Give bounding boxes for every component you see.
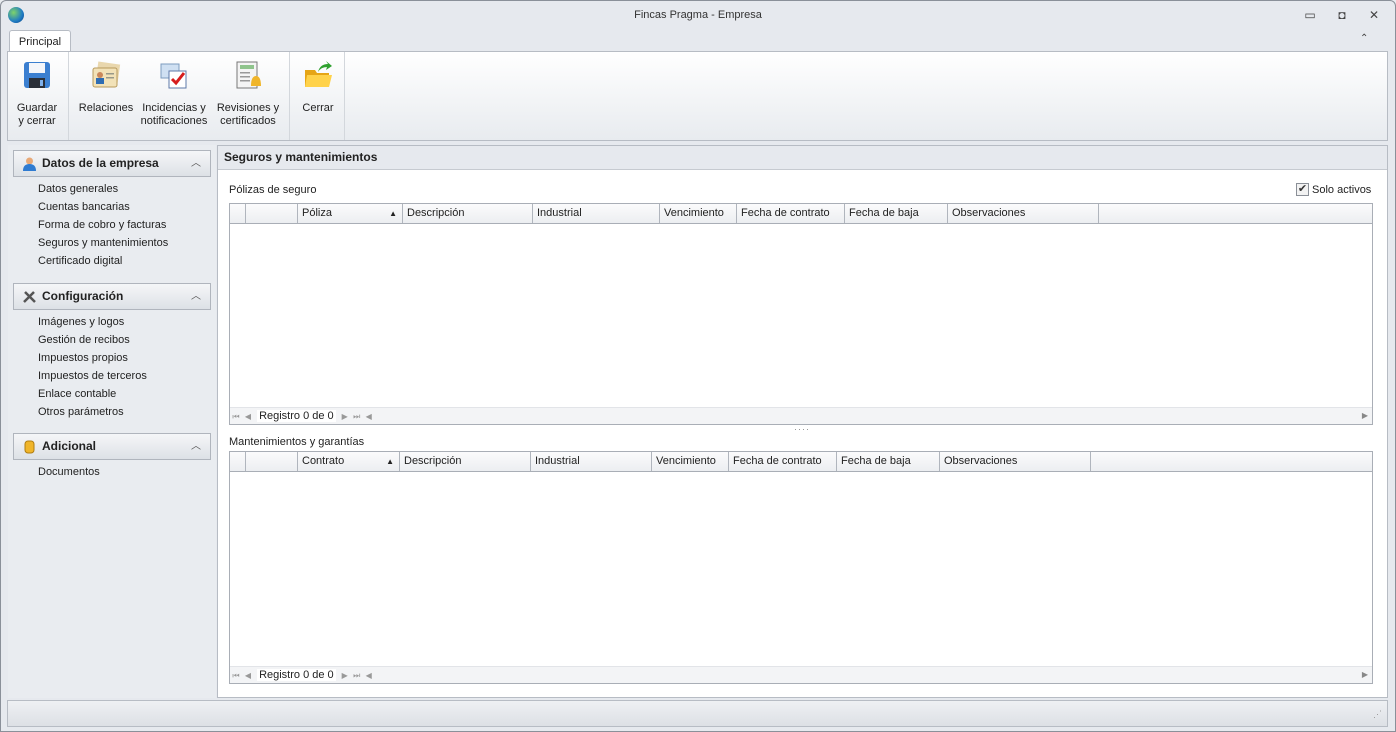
column-header[interactable]: [246, 452, 298, 471]
contact-cards-icon: [92, 61, 121, 88]
column-header[interactable]: Vencimiento: [652, 452, 729, 471]
next-record-icon[interactable]: ▶: [339, 409, 351, 425]
data-grid[interactable]: Contrato ▲ Descripción Industrial Vencimient…: [229, 451, 1373, 684]
column-header[interactable]: Fecha de baja: [845, 204, 948, 223]
column-header[interactable]: Póliza ▲: [298, 204, 403, 223]
first-record-icon[interactable]: ⏮: [230, 668, 242, 684]
checked-mail-icon: [160, 63, 187, 89]
grid-header: Contrato ▲ Descripción Industrial Vencimient…: [230, 452, 1372, 472]
sidebar-item[interactable]: Impuestos propios: [38, 352, 128, 364]
column-header[interactable]: Fecha de contrato: [729, 452, 837, 471]
sidebar-item[interactable]: Documentos: [38, 466, 100, 478]
scroll-right-icon[interactable]: ▶: [1362, 408, 1368, 424]
chevron-up-icon[interactable]: ︿: [191, 151, 201, 176]
column-header[interactable]: Contrato ▲: [298, 452, 400, 471]
next-record-icon[interactable]: ▶: [339, 668, 351, 684]
sidebar-item[interactable]: Impuestos de terceros: [38, 370, 147, 382]
maximize-button[interactable]: ◘: [1334, 8, 1350, 22]
revisiones-y-certificados-button[interactable]: Revisiones y certificados: [214, 52, 282, 140]
record-counter: Registro 0 de 0: [257, 410, 336, 422]
tools-icon: [23, 291, 36, 303]
first-record-icon[interactable]: ⏮: [230, 409, 242, 425]
sidebar-item[interactable]: Imágenes y logos: [38, 316, 124, 328]
sidebar-item[interactable]: Gestión de recibos: [38, 334, 130, 346]
column-header[interactable]: Industrial: [533, 204, 660, 223]
grid-navigator: ⏮ ◀ Registro 0 de 0 ▶ ⏭ ◀ ▶: [230, 666, 1372, 683]
column-header[interactable]: Observaciones: [948, 204, 1099, 223]
polizas-label: Pólizas de seguro: [229, 184, 317, 196]
floppy-disk-icon: [24, 62, 50, 88]
solo-activos-checkbox[interactable]: ✔: [1296, 183, 1309, 196]
user-icon: [23, 157, 36, 171]
column-header[interactable]: Fecha de baja: [837, 452, 940, 471]
last-record-icon[interactable]: ⏭: [351, 668, 363, 684]
column-header[interactable]: Observaciones: [940, 452, 1091, 471]
close-button[interactable]: ✕: [1366, 8, 1382, 22]
solo-activos-label: Solo activos: [1312, 184, 1372, 196]
status-bar: ⋰: [7, 700, 1388, 727]
scroll-left-icon[interactable]: ◀: [363, 409, 375, 425]
column-header[interactable]: [230, 452, 246, 471]
sidebar-item[interactable]: Enlace contable: [38, 388, 116, 400]
column-header[interactable]: Vencimiento: [660, 204, 737, 223]
sidebar-item[interactable]: Cuentas bancarias: [38, 201, 130, 213]
record-counter: Registro 0 de 0: [257, 669, 336, 681]
sidebar-item[interactable]: Otros parámetros: [38, 406, 124, 418]
sidebar-group-header[interactable]: Datos de la empresa ︿: [13, 150, 211, 177]
last-record-icon[interactable]: ⏭: [351, 409, 363, 425]
splitter-handle[interactable]: ····: [794, 424, 810, 434]
grid-navigator: ⏮ ◀ Registro 0 de 0 ▶ ⏭ ◀ ▶: [230, 407, 1372, 424]
grid-header: Póliza ▲ Descripción Industrial Vencimiento F…: [230, 204, 1372, 224]
calendar-bell-icon: [236, 61, 261, 89]
sort-ascending-icon: ▲: [389, 209, 397, 218]
sidebar-item[interactable]: Forma de cobro y facturas: [38, 219, 166, 231]
scroll-left-icon[interactable]: ◀: [363, 668, 375, 684]
resize-grip-icon[interactable]: ⋰: [1373, 709, 1382, 720]
column-header[interactable]: Descripción: [400, 452, 531, 471]
data-grid[interactable]: Póliza ▲ Descripción Industrial Vencimiento F…: [229, 203, 1373, 425]
chevron-up-icon[interactable]: ︿: [191, 434, 201, 459]
previous-record-icon[interactable]: ◀: [242, 409, 254, 425]
column-header[interactable]: [230, 204, 246, 223]
sidebar-group-header[interactable]: Configuración ︿: [13, 283, 211, 310]
ribbon-separator: [68, 52, 69, 140]
column-header[interactable]: [246, 204, 298, 223]
minimize-button[interactable]: ▭: [1302, 8, 1318, 22]
cerrar-button[interactable]: Cerrar: [293, 52, 343, 140]
guardar-y-cerrar-button[interactable]: Guardar y cerrar: [10, 52, 64, 140]
column-header[interactable]: Descripción: [403, 204, 533, 223]
incidencias-y-notificaciones-button[interactable]: Incidencias y notificaciones: [140, 52, 208, 140]
relaciones-button[interactable]: Relaciones: [74, 52, 138, 140]
column-header[interactable]: Industrial: [531, 452, 652, 471]
scroll-right-icon[interactable]: ▶: [1362, 667, 1368, 683]
sidebar-item[interactable]: Seguros y mantenimientos: [38, 237, 168, 249]
previous-record-icon[interactable]: ◀: [242, 668, 254, 684]
ribbon: Guardar y cerrar Relaciones Incidencias y…: [7, 51, 1388, 141]
database-icon: [24, 440, 35, 454]
collapse-ribbon-icon[interactable]: ⌃: [1360, 33, 1368, 44]
ribbon-separator: [289, 52, 290, 140]
page-title: Seguros y mantenimientos: [224, 150, 378, 164]
chevron-up-icon[interactable]: ︿: [191, 284, 201, 309]
column-header[interactable]: Fecha de contrato: [737, 204, 845, 223]
open-folder-arrow-icon: [305, 61, 332, 87]
sort-ascending-icon: ▲: [386, 457, 394, 466]
tab-principal[interactable]: Principal: [9, 30, 71, 52]
window-title: Fincas Pragma - Empresa: [634, 9, 762, 21]
sidebar-group-header[interactable]: Adicional ︿: [13, 433, 211, 460]
sidebar-item[interactable]: Datos generales: [38, 183, 118, 195]
ribbon-separator: [344, 52, 345, 140]
mantenimientos-label: Mantenimientos y garantías: [229, 436, 365, 448]
sidebar-item[interactable]: Certificado digital: [38, 255, 122, 267]
